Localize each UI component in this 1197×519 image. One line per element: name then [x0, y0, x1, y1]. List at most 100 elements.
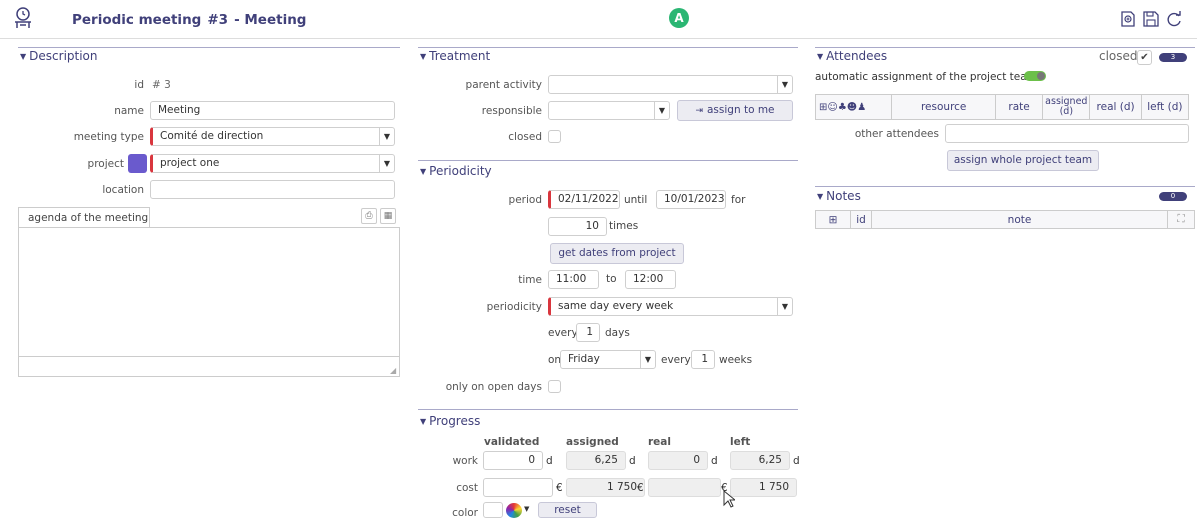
description-section-header[interactable]: ▼ Description	[20, 49, 98, 63]
resource-column[interactable]: resource	[891, 94, 996, 120]
attendees-section-header[interactable]: ▼ Attendees	[817, 49, 887, 63]
color-wheel-icon[interactable]	[506, 503, 522, 518]
assigned-column[interactable]: assigned (d)	[1042, 94, 1091, 120]
auto-assign-toggle[interactable]	[1024, 71, 1046, 81]
parent-activity-label: parent activity	[465, 79, 542, 91]
chevron-down-icon[interactable]: ▼	[379, 128, 394, 145]
title-number: #3	[207, 12, 229, 28]
treatment-section-header[interactable]: ▼ Treatment	[420, 49, 490, 63]
parent-activity-select[interactable]: ▼	[548, 75, 793, 94]
project-color-swatch	[128, 154, 147, 173]
rate-column[interactable]: rate	[994, 94, 1044, 120]
period-label: period	[508, 194, 542, 206]
only-open-days-label: only on open days	[445, 381, 542, 393]
progress-section-header[interactable]: ▼ Progress	[420, 414, 480, 428]
progress-title: Progress	[429, 414, 481, 428]
notes-title: Notes	[826, 189, 861, 203]
group-icon[interactable]: ☻	[847, 102, 857, 113]
meeting-type-select[interactable]: Comité de direction ▼	[150, 127, 395, 146]
times-input[interactable]: 10	[548, 217, 607, 236]
attendees-toolbar: ⊞☺♣☻♟	[814, 94, 893, 120]
cost-assigned-unit: €	[637, 482, 644, 494]
cost-validated-input[interactable]	[483, 478, 553, 497]
note-column[interactable]: note	[871, 210, 1168, 229]
project-value: project one	[160, 157, 220, 169]
refresh-icon[interactable]	[1165, 10, 1183, 28]
notes-section-header[interactable]: ▼ Notes	[817, 189, 861, 203]
location-input[interactable]	[150, 180, 395, 199]
agenda-tab[interactable]: agenda of the meeting	[18, 207, 150, 228]
periodicity-select[interactable]: same day every week ▼	[548, 297, 793, 316]
real-column[interactable]: real (d)	[1089, 94, 1142, 120]
cost-left-value: 1 750	[730, 478, 797, 497]
work-validated-input[interactable]: 0	[483, 451, 543, 470]
person-icon[interactable]: ♟	[857, 102, 866, 113]
description-title: Description	[29, 49, 98, 63]
chevron-down-icon[interactable]: ▼	[379, 155, 394, 172]
closed-checkbox[interactable]	[548, 130, 561, 143]
time-start-input[interactable]: 11:00	[548, 270, 599, 289]
only-open-days-checkbox[interactable]	[548, 380, 561, 393]
id-label: id	[134, 79, 144, 91]
attendees-closed-checkbox[interactable]: ✔	[1137, 50, 1152, 65]
left-header: left	[730, 436, 751, 448]
toggle-knob	[1037, 72, 1045, 80]
resize-handle-icon[interactable]: ◢	[390, 366, 396, 375]
attendees-count-badge: 3	[1159, 53, 1187, 62]
agenda-editor[interactable]: ◢	[18, 227, 400, 377]
treatment-section-rule	[418, 47, 798, 48]
time-end-input[interactable]: 12:00	[625, 270, 676, 289]
cost-real-value	[648, 478, 721, 497]
new-item-icon[interactable]	[1119, 10, 1137, 28]
title-text: Periodic meeting	[72, 12, 202, 28]
left-column[interactable]: left (d)	[1140, 94, 1190, 120]
expand-icon[interactable]: ⛶	[1167, 210, 1195, 229]
chevron-down-icon[interactable]: ▼	[654, 102, 669, 119]
treatment-title: Treatment	[429, 49, 491, 63]
cost-assigned-value: 1 750	[566, 478, 645, 497]
days-label: days	[605, 327, 630, 339]
color-label: color	[452, 507, 478, 519]
every-label: every	[548, 327, 578, 339]
attendees-closed-label: closed	[1099, 49, 1138, 63]
name-input[interactable]: Meeting	[150, 101, 395, 120]
chevron-down-icon[interactable]: ▼	[524, 505, 529, 513]
note-id-column[interactable]: id	[850, 210, 872, 229]
get-dates-button[interactable]: get dates from project	[550, 243, 684, 264]
assigned-header: assigned	[566, 436, 619, 448]
period-end-input[interactable]: 10/01/2023	[656, 190, 726, 209]
color-input[interactable]	[483, 502, 503, 518]
chevron-down-icon[interactable]: ▼	[777, 76, 792, 93]
on-day-select[interactable]: Friday ▼	[560, 350, 656, 369]
team-icon[interactable]: ♣	[838, 102, 847, 113]
chevron-down-icon[interactable]: ▼	[777, 298, 792, 315]
print-icon[interactable]: ⎙	[361, 208, 377, 224]
chevron-down-icon[interactable]: ▼	[640, 351, 655, 368]
project-select[interactable]: project one ▼	[150, 154, 395, 173]
user-icon[interactable]: ☺	[827, 102, 837, 113]
responsible-select[interactable]: ▼	[548, 101, 670, 120]
assign-to-me-button[interactable]: ⇥ assign to me	[677, 100, 793, 121]
avatar[interactable]: A	[669, 8, 689, 28]
notes-header-row: ⊞ id note ⛶	[815, 210, 1195, 229]
every-days-input[interactable]: 1	[576, 323, 600, 342]
other-attendees-label: other attendees	[854, 128, 939, 140]
attendees-section-rule	[815, 47, 1195, 48]
top-bar: Periodic meeting #3 - Meeting A	[0, 0, 1197, 39]
times-label: times	[609, 220, 639, 232]
cost-label: cost	[456, 482, 478, 494]
add-note-icon[interactable]: ⊞	[815, 210, 851, 229]
to-label: to	[606, 273, 617, 285]
every-weeks-input[interactable]: 1	[691, 350, 715, 369]
meeting-type-value: Comité de direction	[160, 130, 264, 142]
auto-assign-label: automatic assignment of the project team	[815, 71, 1037, 83]
periodicity-label: periodicity	[486, 301, 542, 313]
save-icon[interactable]	[1142, 10, 1160, 28]
period-start-input[interactable]: 02/11/2022	[548, 190, 620, 209]
periodicity-section-header[interactable]: ▼ Periodicity	[420, 164, 492, 178]
other-attendees-input[interactable]	[945, 124, 1189, 143]
location-label: location	[102, 184, 144, 196]
assign-team-button[interactable]: assign whole project team	[947, 150, 1099, 171]
reset-button[interactable]: reset	[538, 502, 597, 518]
grid-icon[interactable]: ▦	[380, 208, 396, 224]
